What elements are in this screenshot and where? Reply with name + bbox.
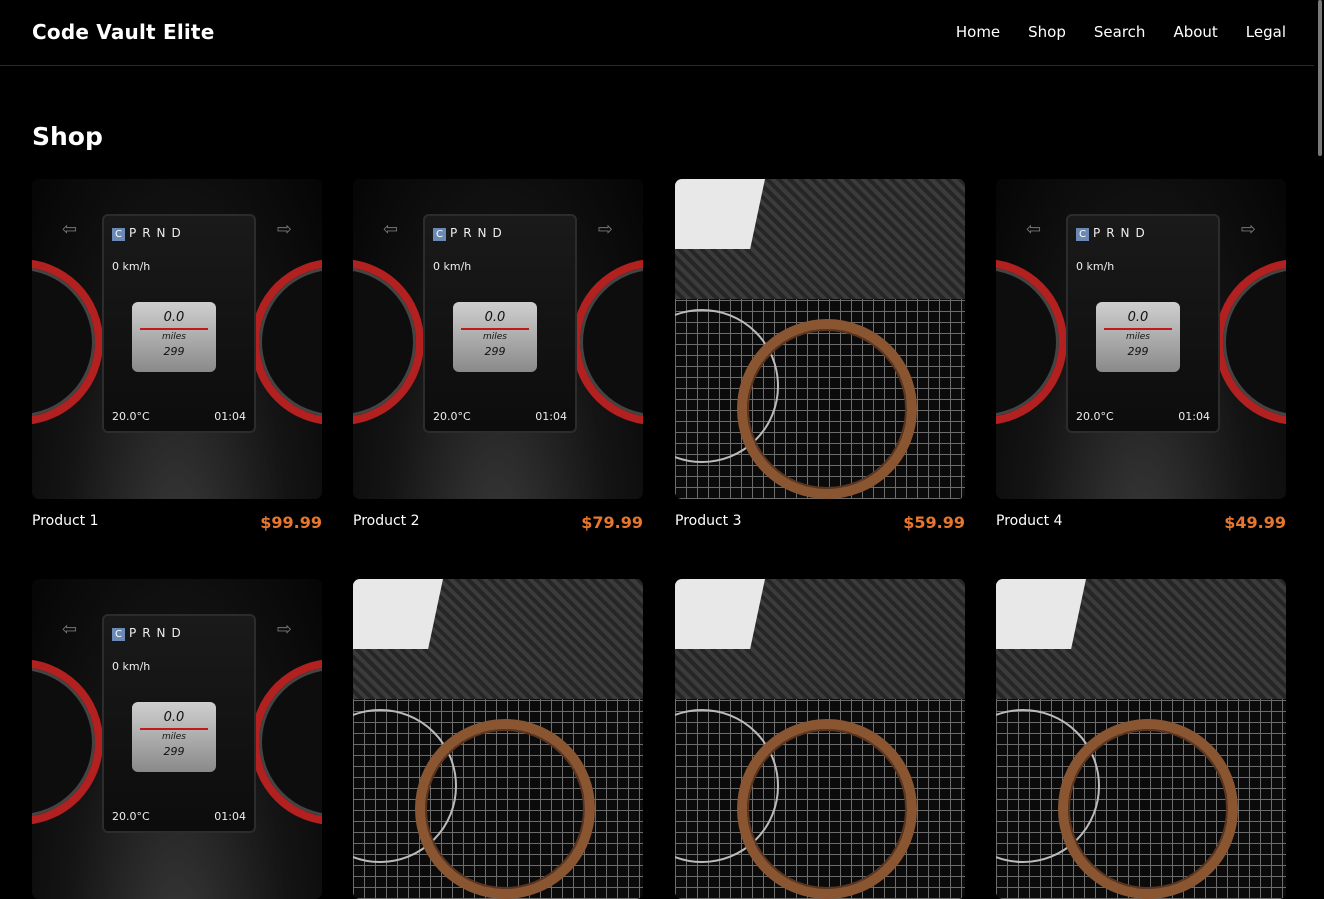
product-image: ⇦ ⇨ C PRND 0 km/h 0.0 miles 299 20.0°C 01… xyxy=(996,179,1286,499)
left-gauge xyxy=(32,659,103,825)
product-name[interactable]: Product 3 xyxy=(675,513,742,529)
right-arrow-icon: ⇨ xyxy=(1240,219,1256,240)
left-arrow-icon: ⇦ xyxy=(383,219,399,240)
nav-home[interactable]: Home xyxy=(956,23,1000,41)
product-card[interactable]: ⇦ ⇨ C PRND 0 km/h 0.0 miles 299 20.0°C 01… xyxy=(32,579,322,899)
gear-indicator: C PRND xyxy=(1076,226,1151,241)
scrollbar-thumb[interactable] xyxy=(1318,0,1322,156)
time-readout: 01:04 xyxy=(1178,410,1210,423)
left-gauge xyxy=(32,259,103,425)
trip-box: 0.0 miles 299 xyxy=(453,302,537,372)
product-meta: Product 3 $59.99 xyxy=(675,499,965,539)
product-image xyxy=(675,579,965,899)
product-image xyxy=(996,579,1286,899)
product-name[interactable]: Product 4 xyxy=(996,513,1063,529)
product-meta: Product 1 $99.99 xyxy=(32,499,322,539)
site-brand[interactable]: Code Vault Elite xyxy=(32,20,214,44)
speed-readout: 0 km/h xyxy=(433,260,472,273)
product-card[interactable]: ⇦ ⇨ C PRND 0 km/h 0.0 miles 299 20.0°C 01… xyxy=(32,179,322,539)
product-image: ⇦ ⇨ C PRND 0 km/h 0.0 miles 299 20.0°C 01… xyxy=(32,579,322,899)
nav-legal[interactable]: Legal xyxy=(1246,23,1286,41)
product-thumbnail[interactable] xyxy=(353,579,643,899)
instrument-screen: C PRND 0 km/h 0.0 miles 299 20.0°C 01:04 xyxy=(423,214,577,433)
product-card[interactable]: Product 3 $59.99 xyxy=(675,179,965,539)
gear-indicator: C PRND xyxy=(112,626,187,641)
product-thumbnail[interactable]: ⇦ ⇨ C PRND 0 km/h 0.0 miles 299 20.0°C 01… xyxy=(32,179,322,499)
product-meta: Product 4 $49.99 xyxy=(996,499,1286,539)
product-card[interactable]: ⇦ ⇨ C PRND 0 km/h 0.0 miles 299 20.0°C 01… xyxy=(353,179,643,539)
white-slab xyxy=(675,579,765,649)
product-price: $99.99 xyxy=(260,513,322,532)
right-arrow-icon: ⇨ xyxy=(276,219,292,240)
product-image xyxy=(353,579,643,899)
product-price: $79.99 xyxy=(581,513,643,532)
product-image: ⇦ ⇨ C PRND 0 km/h 0.0 miles 299 20.0°C 01… xyxy=(32,179,322,499)
main-nav: Home Shop Search About Legal xyxy=(956,23,1286,41)
right-gauge xyxy=(1215,259,1286,425)
product-name[interactable]: Product 1 xyxy=(32,513,99,529)
right-gauge xyxy=(251,259,322,425)
page-title: Shop xyxy=(32,122,103,151)
right-gauge xyxy=(572,259,643,425)
time-readout: 01:04 xyxy=(535,410,567,423)
instrument-screen: C PRND 0 km/h 0.0 miles 299 20.0°C 01:04 xyxy=(1066,214,1220,433)
right-arrow-icon: ⇨ xyxy=(276,619,292,640)
left-gauge xyxy=(996,259,1067,425)
nav-search[interactable]: Search xyxy=(1094,23,1146,41)
product-thumbnail[interactable] xyxy=(675,179,965,499)
product-thumbnail[interactable] xyxy=(675,579,965,899)
speed-readout: 0 km/h xyxy=(112,260,151,273)
product-thumbnail[interactable] xyxy=(996,579,1286,899)
bronze-ring xyxy=(737,319,917,499)
left-arrow-icon: ⇦ xyxy=(62,219,78,240)
bronze-ring xyxy=(1058,719,1238,899)
product-thumbnail[interactable]: ⇦ ⇨ C PRND 0 km/h 0.0 miles 299 20.0°C 01… xyxy=(996,179,1286,499)
left-arrow-icon: ⇦ xyxy=(62,619,78,640)
product-image: ⇦ ⇨ C PRND 0 km/h 0.0 miles 299 20.0°C 01… xyxy=(353,179,643,499)
product-card[interactable] xyxy=(353,579,643,899)
product-thumbnail[interactable]: ⇦ ⇨ C PRND 0 km/h 0.0 miles 299 20.0°C 01… xyxy=(353,179,643,499)
product-price: $59.99 xyxy=(903,513,965,532)
instrument-screen: C PRND 0 km/h 0.0 miles 299 20.0°C 01:04 xyxy=(102,614,256,833)
product-price: $49.99 xyxy=(1224,513,1286,532)
white-slab xyxy=(996,579,1086,649)
time-readout: 01:04 xyxy=(214,410,246,423)
bronze-ring xyxy=(415,719,595,899)
trip-box: 0.0 miles 299 xyxy=(132,302,216,372)
gear-indicator: C PRND xyxy=(112,226,187,241)
white-slab xyxy=(675,179,765,249)
time-readout: 01:04 xyxy=(214,810,246,823)
temperature-readout: 20.0°C xyxy=(112,810,150,823)
temperature-readout: 20.0°C xyxy=(433,410,471,423)
scrollbar[interactable] xyxy=(1314,0,1324,644)
gear-indicator: C PRND xyxy=(433,226,508,241)
temperature-readout: 20.0°C xyxy=(112,410,150,423)
product-card[interactable] xyxy=(996,579,1286,899)
product-thumbnail[interactable]: ⇦ ⇨ C PRND 0 km/h 0.0 miles 299 20.0°C 01… xyxy=(32,579,322,899)
white-slab xyxy=(353,579,443,649)
temperature-readout: 20.0°C xyxy=(1076,410,1114,423)
product-meta: Product 2 $79.99 xyxy=(353,499,643,539)
instrument-screen: C PRND 0 km/h 0.0 miles 299 20.0°C 01:04 xyxy=(102,214,256,433)
right-arrow-icon: ⇨ xyxy=(597,219,613,240)
product-name[interactable]: Product 2 xyxy=(353,513,420,529)
nav-shop[interactable]: Shop xyxy=(1028,23,1066,41)
site-header: Code Vault Elite Home Shop Search About … xyxy=(0,0,1314,66)
trip-box: 0.0 miles 299 xyxy=(1096,302,1180,372)
bronze-ring xyxy=(737,719,917,899)
speed-readout: 0 km/h xyxy=(1076,260,1115,273)
product-card[interactable]: ⇦ ⇨ C PRND 0 km/h 0.0 miles 299 20.0°C 01… xyxy=(996,179,1286,539)
product-image xyxy=(675,179,965,499)
right-gauge xyxy=(251,659,322,825)
trip-box: 0.0 miles 299 xyxy=(132,702,216,772)
speed-readout: 0 km/h xyxy=(112,660,151,673)
left-arrow-icon: ⇦ xyxy=(1026,219,1042,240)
left-gauge xyxy=(353,259,424,425)
nav-about[interactable]: About xyxy=(1173,23,1217,41)
product-card[interactable] xyxy=(675,579,965,899)
